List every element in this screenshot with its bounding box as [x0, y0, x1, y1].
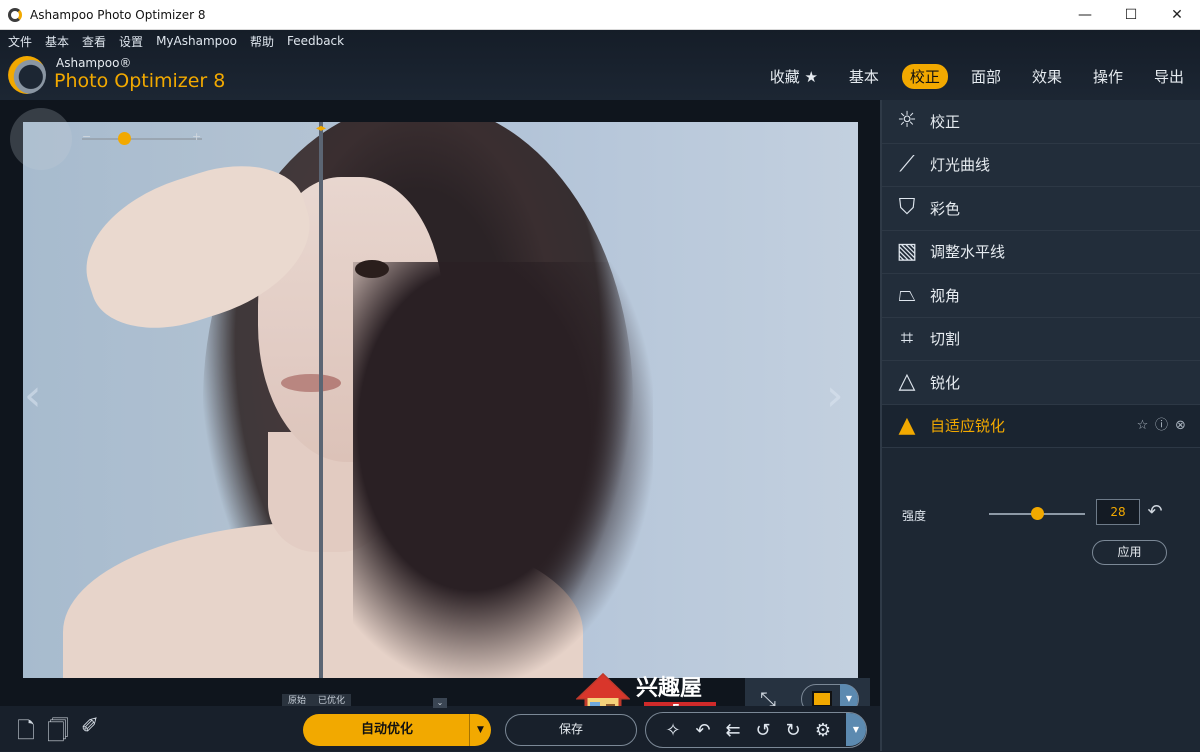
top-nav: 收藏 ★ 基本 校正 面部 效果 操作 导出 — [747, 64, 1192, 89]
chevron-down-icon[interactable]: ▼ — [846, 713, 866, 746]
clear-brush-icon[interactable]: ✐ — [74, 714, 106, 744]
correction-panel: ☼ 校正 ⟋ 灯光曲线 ⛉ 彩色 ▧ 调整水平线 ⏢ 视角 ⌗ 切割 △ 锐化 … — [880, 100, 1200, 751]
edit-tools: ✧ ↶ ⇇ ↺ ↻ ⚙ ▼ — [645, 712, 867, 748]
strength-value-field[interactable]: 28 — [1096, 499, 1140, 525]
tab-correction[interactable]: 校正 — [901, 64, 948, 89]
panel-item-horizon[interactable]: ▧ 调整水平线 — [882, 230, 1200, 274]
zoom-in-icon[interactable]: + — [192, 130, 201, 143]
adaptive-sharpen-params: 强度 28 ↶ 应用 — [882, 449, 1200, 579]
menu-myashampoo[interactable]: MyAshampoo — [156, 34, 237, 48]
chevron-down-icon[interactable]: ▼ — [469, 714, 491, 746]
app-logo: Ashampoo® Photo Optimizer 8 — [8, 54, 248, 100]
perspective-icon: ⏢ — [898, 282, 916, 308]
logo-ring-icon — [8, 56, 46, 94]
menu-help[interactable]: 帮助 — [250, 33, 274, 50]
previous-image-icon[interactable]: ‹ — [24, 370, 42, 421]
star-icon[interactable]: ☆ — [1133, 416, 1152, 435]
brightness-icon: ☼ — [897, 108, 917, 134]
sharpen-icon: △ — [898, 369, 916, 395]
window-controls: — ☐ ✕ — [1062, 0, 1200, 30]
maximize-button[interactable]: ☐ — [1108, 0, 1154, 30]
adaptive-sharpen-icon: ▲ — [898, 412, 916, 438]
compare-split-line[interactable] — [319, 122, 323, 678]
undo-all-icon[interactable]: ⇇ — [718, 720, 748, 741]
zoom-out-icon[interactable]: − — [82, 130, 91, 143]
brand-company: Ashampoo® — [56, 56, 132, 70]
menu-view[interactable]: 查看 — [82, 33, 106, 50]
app-frame: 文件 基本 查看 设置 MyAshampoo 帮助 Feedback Asham… — [0, 30, 1200, 751]
panel-item-perspective[interactable]: ⏢ 视角 — [882, 274, 1200, 318]
auto-optimize-button[interactable]: 自动优化 ▼ — [303, 714, 491, 746]
panel-item-light-curve[interactable]: ⟋ 灯光曲线 — [882, 143, 1200, 187]
strength-slider[interactable] — [989, 507, 1085, 520]
next-image-icon[interactable]: › — [826, 370, 844, 421]
close-button[interactable]: ✕ — [1154, 0, 1200, 30]
menu-file[interactable]: 文件 — [8, 33, 32, 50]
panel-item-correction[interactable]: ☼ 校正 — [882, 100, 1200, 144]
panel-item-color[interactable]: ⛉ 彩色 — [882, 187, 1200, 231]
undo-icon[interactable]: ↶ — [688, 720, 718, 741]
tab-basic[interactable]: 基本 — [841, 64, 887, 89]
panel-item-adaptive-sharpen[interactable]: ▲ 自适应锐化 ☆ ⓘ ⊗ — [882, 404, 1200, 448]
split-view-icon — [812, 691, 832, 707]
file-actions: 🗋 🗍 ✐ — [10, 714, 106, 744]
menu-settings[interactable]: 设置 — [119, 33, 143, 50]
window-title: Ashampoo Photo Optimizer 8 — [30, 7, 206, 22]
add-file-icon[interactable]: 🗋 — [10, 714, 42, 744]
tab-face[interactable]: 面部 — [963, 64, 1009, 89]
zoom-slider[interactable] — [82, 132, 202, 145]
image-viewer: ◂▸ − + ‹ › 原始 已优化 兴趣屋 xqu5.com ⤡ — [0, 100, 880, 724]
horizon-icon: ▧ — [896, 238, 918, 264]
title-bar: Ashampoo Photo Optimizer 8 — ☐ ✕ — [0, 0, 1200, 30]
panel-item-sharpen[interactable]: △ 锐化 — [882, 361, 1200, 405]
menu-basic[interactable]: 基本 — [45, 33, 69, 50]
auto-optimize-label: 自动优化 — [360, 722, 413, 737]
menu-feedback[interactable]: Feedback — [287, 34, 344, 48]
strength-label: 强度 — [902, 509, 927, 523]
rotate-right-icon[interactable]: ↻ — [778, 720, 808, 741]
app-icon — [8, 7, 22, 22]
split-handle-icon[interactable]: ◂▸ — [311, 122, 331, 136]
zoom-slider-knob[interactable] — [118, 132, 131, 145]
tab-effects[interactable]: 效果 — [1024, 64, 1070, 89]
apply-button[interactable]: 应用 — [1092, 540, 1167, 565]
save-button[interactable]: 保存 — [505, 714, 637, 746]
crop-icon: ⌗ — [900, 325, 914, 351]
rotate-left-icon[interactable]: ↺ — [748, 720, 778, 741]
curve-icon: ⟋ — [899, 151, 915, 177]
gear-icon[interactable]: ⚙ — [808, 720, 838, 741]
menu-bar: 文件 基本 查看 设置 MyAshampoo 帮助 Feedback — [0, 30, 357, 52]
preview-photo — [23, 122, 858, 678]
expand-filmstrip-icon[interactable]: ⌄ — [433, 698, 447, 708]
brand-product: Photo Optimizer 8 — [54, 70, 226, 92]
bottom-toolbar: ⌄ 🗋 🗍 ✐ 自动优化 ▼ 保存 ✧ ↶ ⇇ ↺ ↻ ⚙ ▼ — [0, 698, 880, 751]
strength-slider-knob[interactable] — [1031, 507, 1044, 520]
help-icon[interactable]: ⓘ — [1152, 416, 1171, 435]
watermark-cn: 兴趣屋 — [636, 676, 703, 701]
close-icon[interactable]: ⊗ — [1171, 416, 1190, 435]
item-controls: ☆ ⓘ ⊗ — [1133, 416, 1190, 435]
pan-control[interactable] — [10, 108, 72, 170]
tab-favorites[interactable]: 收藏 ★ — [762, 64, 826, 89]
reset-icon[interactable]: ↶ — [1144, 499, 1166, 525]
magic-wand-icon[interactable]: ✧ — [658, 720, 688, 741]
minimize-button[interactable]: — — [1062, 0, 1108, 30]
add-folder-icon[interactable]: 🗍 — [42, 714, 74, 744]
tab-actions[interactable]: 操作 — [1085, 64, 1131, 89]
tab-export[interactable]: 导出 — [1146, 64, 1192, 89]
color-icon: ⛉ — [898, 195, 916, 221]
panel-item-crop[interactable]: ⌗ 切割 — [882, 317, 1200, 361]
